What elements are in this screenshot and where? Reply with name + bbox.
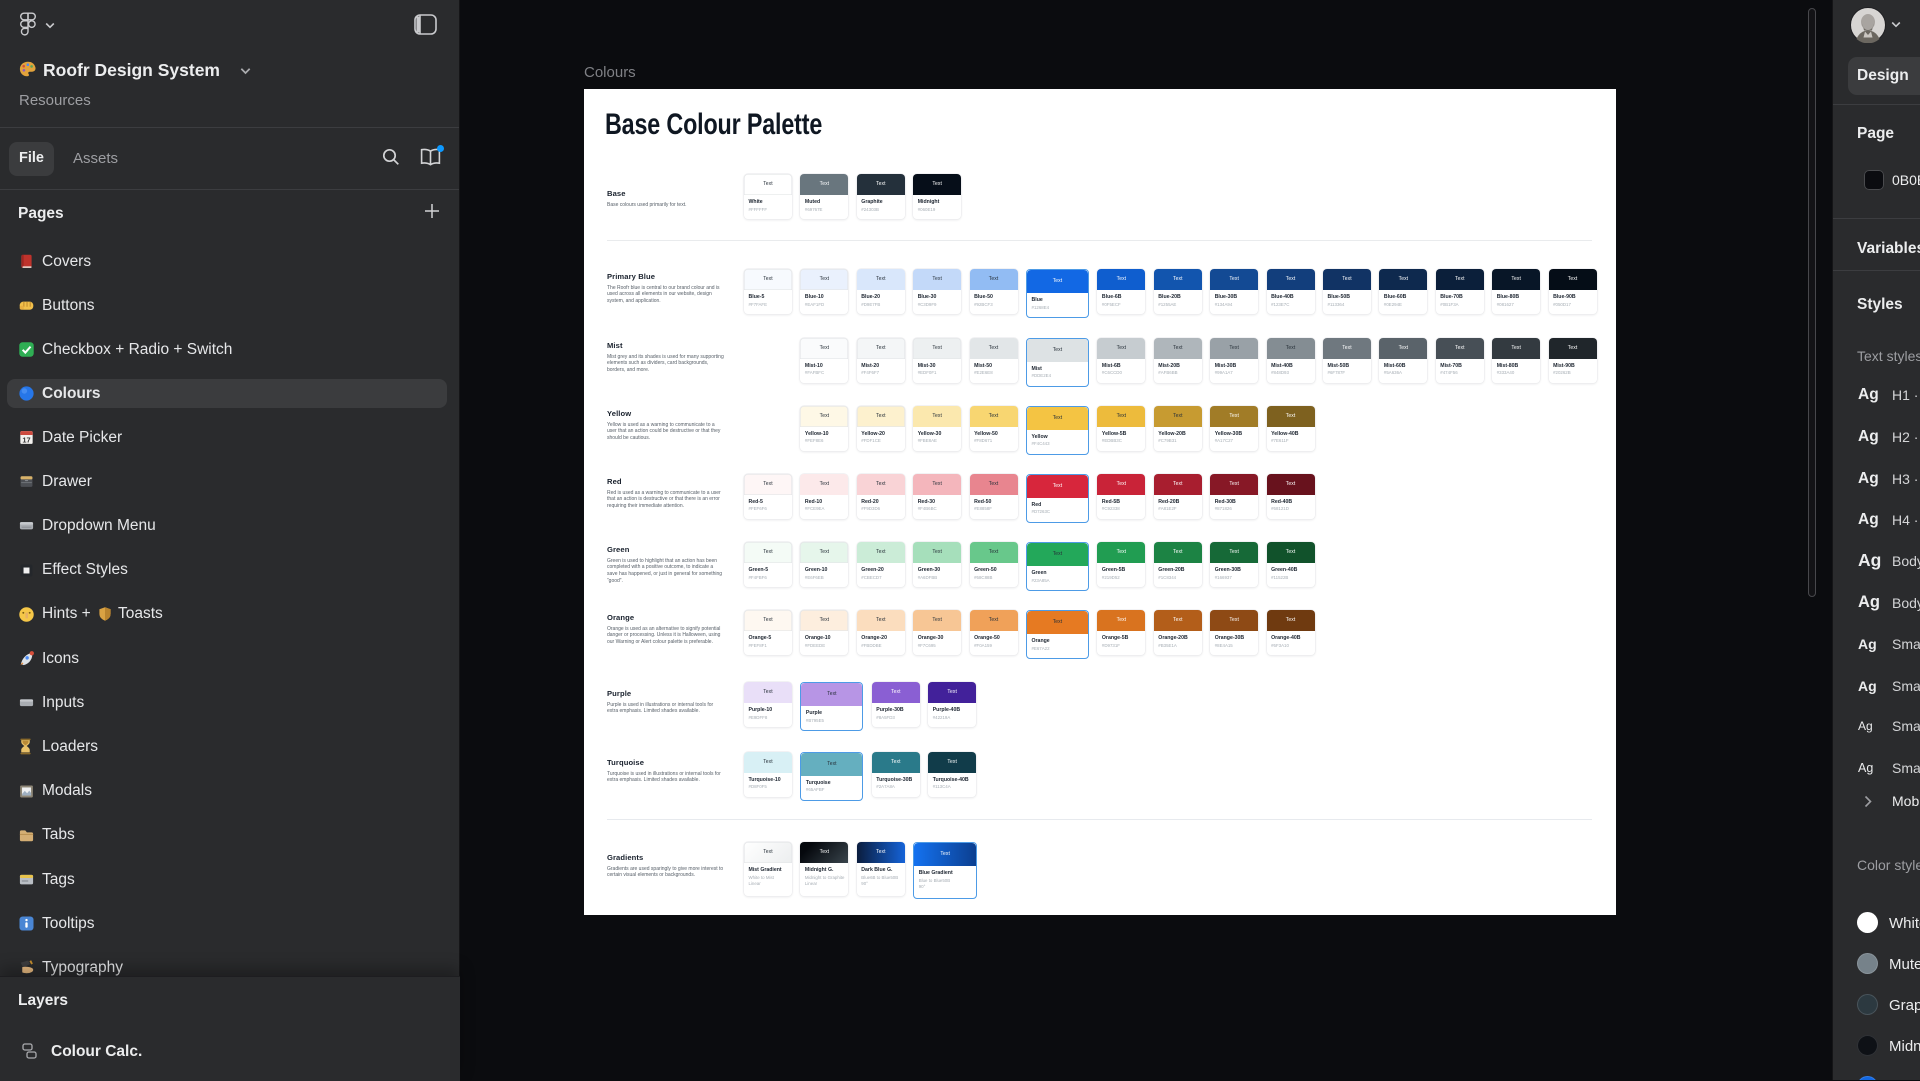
svg-text:17: 17 xyxy=(22,435,30,444)
